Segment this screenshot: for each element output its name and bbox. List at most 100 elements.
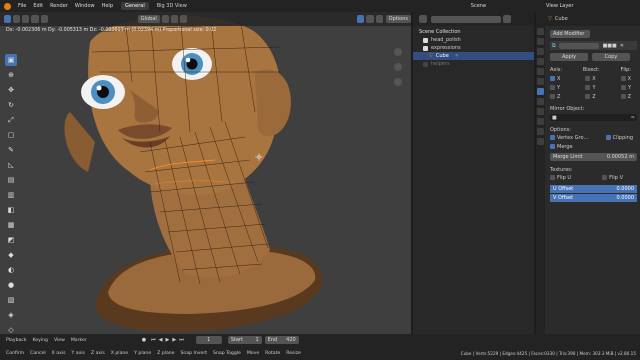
- checkbox-icon[interactable]: [423, 37, 428, 43]
- transform-tool-icon[interactable]: ▢: [5, 129, 17, 141]
- material-tab-icon[interactable]: [537, 138, 544, 145]
- modifier-name-field[interactable]: [558, 42, 599, 49]
- annotate-tool-icon[interactable]: ✎: [5, 144, 17, 156]
- edge-slide-tool-icon[interactable]: ▧: [5, 294, 17, 306]
- flip-v-toggle[interactable]: Flip V: [602, 175, 623, 181]
- end-frame-field[interactable]: End 420: [264, 336, 299, 344]
- snap-icon[interactable]: [170, 15, 179, 23]
- scale-tool-icon[interactable]: ⤢: [5, 114, 17, 126]
- record-icon[interactable]: ●: [142, 337, 146, 343]
- flip-u-toggle[interactable]: Flip U: [550, 175, 571, 181]
- bisect-x-toggle[interactable]: X: [585, 76, 596, 82]
- particles-tab-icon[interactable]: [537, 98, 544, 105]
- outliner-row-cube[interactable]: ▽ Cube ✧: [413, 52, 534, 60]
- checkbox-icon[interactable]: [423, 61, 428, 67]
- checkbox-icon[interactable]: [423, 45, 428, 51]
- outliner-row-head-polish[interactable]: head_polish: [413, 36, 534, 44]
- mirror-object-field[interactable]: ■ ✑: [550, 114, 637, 121]
- jump-end-icon[interactable]: ⏭: [179, 337, 184, 343]
- poly-build-tool-icon[interactable]: ◆: [5, 249, 17, 261]
- modifier-tab-icon[interactable]: [537, 88, 544, 95]
- outliner-row-expressions[interactable]: expressions: [413, 44, 534, 52]
- object-tab-icon[interactable]: [537, 78, 544, 85]
- marker-menu[interactable]: Marker: [71, 338, 87, 343]
- bevel-tool-icon[interactable]: ◧: [5, 204, 17, 216]
- filter-icon[interactable]: [503, 15, 511, 23]
- add-modifier-dropdown[interactable]: Add Modifier: [550, 30, 590, 38]
- edge-select-icon[interactable]: [31, 15, 39, 23]
- world-tab-icon[interactable]: [537, 68, 544, 75]
- data-tab-icon[interactable]: [537, 128, 544, 135]
- menu-window[interactable]: Window: [75, 3, 95, 9]
- keying-menu[interactable]: Keying: [33, 338, 48, 343]
- flip-y-toggle[interactable]: Y: [620, 85, 631, 91]
- smooth-tool-icon[interactable]: ●: [5, 279, 17, 291]
- extrude-tool-icon[interactable]: ▤: [5, 174, 17, 186]
- vertex-select-icon[interactable]: [22, 15, 30, 23]
- shrink-tool-icon[interactable]: ◈: [5, 309, 17, 321]
- inset-tool-icon[interactable]: ▥: [5, 189, 17, 201]
- tab-general[interactable]: General: [121, 2, 149, 10]
- menu-help[interactable]: Help: [102, 3, 113, 9]
- menu-edit[interactable]: Edit: [33, 3, 43, 9]
- display-mode-icon[interactable]: [419, 15, 427, 23]
- close-icon[interactable]: ✕: [620, 43, 624, 49]
- merge-limit-field[interactable]: Merge Limit 0.00052 m: [550, 153, 637, 161]
- select-mode-icon[interactable]: [4, 15, 12, 23]
- prev-key-icon[interactable]: ◀: [159, 337, 163, 343]
- view-menu[interactable]: View: [54, 338, 65, 343]
- start-frame-field[interactable]: Start 1: [227, 336, 262, 344]
- transform-orientation-dropdown[interactable]: Global: [137, 15, 160, 23]
- apply-button[interactable]: Apply: [550, 53, 588, 61]
- outliner-row-helpers[interactable]: helpers: [413, 60, 534, 68]
- current-frame-field[interactable]: 1: [195, 336, 222, 344]
- clipping-toggle[interactable]: Clipping: [605, 135, 633, 141]
- menu-render[interactable]: Render: [50, 3, 68, 9]
- tab-big-3d-view[interactable]: Big 3D View: [153, 2, 191, 10]
- render-tab-icon[interactable]: [537, 38, 544, 45]
- menu-file[interactable]: File: [18, 3, 26, 9]
- rotate-tool-icon[interactable]: ↻: [5, 99, 17, 111]
- select-box-tool-icon[interactable]: ▣: [5, 54, 17, 66]
- copy-button[interactable]: Copy: [592, 53, 630, 61]
- next-key-icon[interactable]: ▶: [172, 337, 176, 343]
- eyedropper-icon[interactable]: ✑: [631, 115, 635, 121]
- play-icon[interactable]: ▶: [165, 337, 169, 343]
- axis-z-toggle[interactable]: Z: [550, 94, 560, 100]
- face-select-icon[interactable]: [40, 15, 48, 23]
- visibility-icons[interactable]: ■■■: [603, 43, 617, 49]
- blender-logo-icon[interactable]: [4, 2, 11, 10]
- proportional-edit-icon[interactable]: [180, 15, 188, 23]
- 3d-viewport[interactable]: Global Options Dx: -0.002306 m Dy: -0.00…: [0, 12, 411, 334]
- outliner-row-scene-collection[interactable]: Scene Collection: [413, 28, 534, 36]
- bisect-y-toggle[interactable]: Y: [585, 85, 596, 91]
- measure-tool-icon[interactable]: ◺: [5, 159, 17, 171]
- constraints-tab-icon[interactable]: [537, 118, 544, 125]
- output-tab-icon[interactable]: [537, 48, 544, 55]
- physics-tab-icon[interactable]: [537, 108, 544, 115]
- knife-tool-icon[interactable]: ◩: [5, 234, 17, 246]
- v-offset-field[interactable]: V Offset 0.0000: [550, 194, 637, 202]
- flip-x-toggle[interactable]: X: [620, 76, 631, 82]
- merge-toggle[interactable]: Merge: [550, 144, 637, 150]
- jump-start-icon[interactable]: ⏮: [151, 337, 156, 343]
- tool-tab-icon[interactable]: [537, 28, 544, 35]
- outliner-search-input[interactable]: [431, 15, 501, 23]
- shear-tool-icon[interactable]: ◇: [5, 324, 17, 334]
- overlay-icon[interactable]: [357, 15, 365, 23]
- bisect-z-toggle[interactable]: Z: [585, 94, 596, 100]
- scene-selector[interactable]: Scene: [471, 3, 486, 9]
- xray-icon[interactable]: [366, 15, 374, 23]
- vertex-groups-toggle[interactable]: Vertex Gro...: [550, 135, 588, 141]
- spin-tool-icon[interactable]: ◐: [5, 264, 17, 276]
- shading-icon[interactable]: [375, 15, 383, 23]
- cursor-tool-icon[interactable]: ⊕: [5, 69, 17, 81]
- options-dropdown[interactable]: Options: [385, 15, 411, 23]
- axis-x-toggle[interactable]: X: [550, 76, 560, 82]
- view-layer-selector[interactable]: View Layer: [546, 3, 573, 9]
- edit-mode-icon[interactable]: [13, 15, 21, 23]
- axis-y-toggle[interactable]: Y: [550, 85, 560, 91]
- loop-cut-tool-icon[interactable]: ▦: [5, 219, 17, 231]
- playback-menu[interactable]: Playback: [6, 338, 27, 343]
- pivot-icon[interactable]: [161, 15, 169, 23]
